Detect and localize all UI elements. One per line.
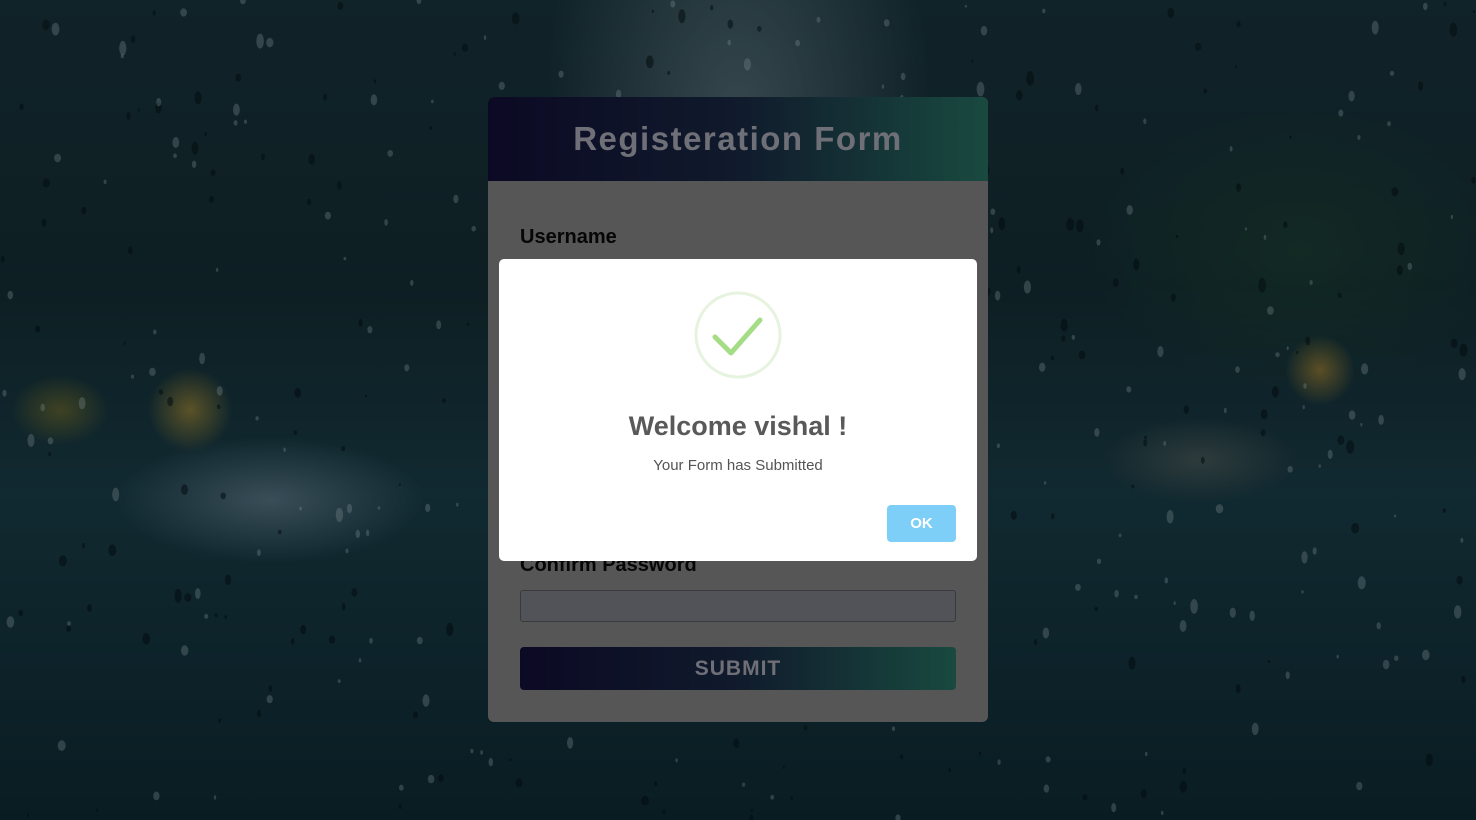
dialog-message: Your Form has Submitted (653, 457, 823, 474)
success-check-icon (694, 291, 782, 379)
success-dialog: Welcome vishal ! Your Form has Submitted… (499, 259, 977, 561)
dialog-title: Welcome vishal ! (628, 411, 848, 441)
ok-button[interactable]: OK (887, 505, 956, 542)
